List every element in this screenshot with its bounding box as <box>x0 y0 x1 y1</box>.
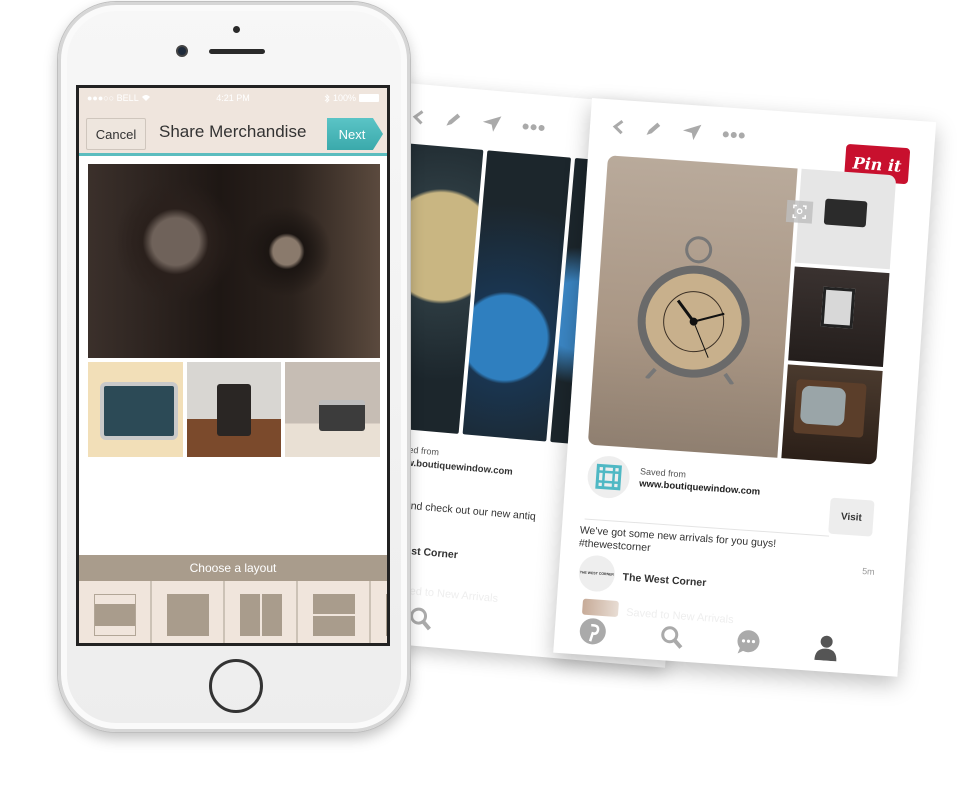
alarm-clock-image <box>637 236 750 386</box>
side-photo-column <box>781 168 897 465</box>
page-title: Share Merchandise <box>159 122 307 141</box>
layout-option-more[interactable] <box>371 581 387 643</box>
earpiece-speaker <box>209 49 265 54</box>
pin-toolbar <box>411 102 613 149</box>
layout-option-two-row[interactable] <box>298 581 369 643</box>
battery-status: 100% <box>324 93 379 103</box>
thumbnail-row <box>88 362 381 457</box>
send-icon[interactable] <box>481 114 502 134</box>
more-dots-icon[interactable] <box>521 122 546 132</box>
box-camera-image <box>820 286 856 329</box>
navigation-bar: Cancel Share Merchandise Next <box>79 108 387 156</box>
box-camera-photo[interactable] <box>788 266 890 367</box>
bluetooth-icon <box>324 93 330 103</box>
proximity-sensor <box>233 26 240 33</box>
saved-from-label: Saved from <box>639 466 687 480</box>
visual-search-icon[interactable] <box>785 199 814 224</box>
next-button[interactable]: Next <box>327 118 383 150</box>
search-icon[interactable] <box>407 605 433 631</box>
layout-two-column-icon <box>239 594 282 636</box>
pin-toolbar <box>611 117 746 144</box>
phone-screen: ●●●○○ BELL 4:21 PM 100% Cancel Share Mer… <box>76 85 390 646</box>
layout-two-row-icon <box>312 594 355 636</box>
layout-option-two-column[interactable] <box>225 581 296 643</box>
thumbnail-photo[interactable] <box>88 362 183 457</box>
typewriter-image <box>823 198 868 228</box>
edit-pencil-icon[interactable] <box>643 120 662 139</box>
send-icon[interactable] <box>681 122 702 141</box>
layout-single-icon <box>166 594 209 636</box>
status-bar: ●●●○○ BELL 4:21 PM 100% <box>79 88 387 108</box>
battery-percent: 100% <box>332 93 356 103</box>
layout-banner-icon <box>93 594 136 636</box>
pinterest-home-icon[interactable] <box>578 616 608 646</box>
thumbnail-photo[interactable] <box>186 362 282 457</box>
more-dots-icon[interactable] <box>722 130 746 140</box>
pin-card-front: Pin it Saved from www.boutiquewindow.com… <box>553 98 937 677</box>
layout-option-banner[interactable] <box>79 581 150 643</box>
back-icon[interactable] <box>411 109 424 126</box>
messages-icon[interactable] <box>735 628 763 656</box>
retro-tv-photo[interactable] <box>781 364 883 465</box>
thumbnail-photo[interactable] <box>285 362 381 457</box>
source-info: Saved from www.boutiquewindow.com <box>639 466 762 497</box>
layout-option-single[interactable] <box>152 581 223 643</box>
battery-icon <box>359 94 379 102</box>
store-name[interactable]: The West Corner <box>622 571 706 589</box>
alarm-clock-photo[interactable] <box>587 155 798 458</box>
store-avatar: THE WEST CORNER <box>577 554 617 593</box>
home-button[interactable] <box>209 659 263 713</box>
source-row: Saved from www.boutiquewindow.com Visit <box>585 454 878 537</box>
front-camera <box>176 45 188 57</box>
cancel-button[interactable]: Cancel <box>86 118 146 150</box>
layout-more-icon <box>385 594 387 636</box>
edit-pencil-icon[interactable] <box>443 110 463 130</box>
visit-button[interactable]: Visit <box>828 497 875 537</box>
profile-icon[interactable] <box>813 634 839 662</box>
layout-picker <box>79 581 387 643</box>
hero-photo-vintage-cameras[interactable] <box>88 164 380 358</box>
search-icon[interactable] <box>658 624 684 650</box>
back-icon[interactable] <box>612 118 625 135</box>
boutique-logo-icon <box>586 454 632 500</box>
typewriter-photo[interactable] <box>785 168 897 270</box>
timestamp: 5m <box>861 566 875 577</box>
retro-tv-image <box>793 378 867 438</box>
board-thumbnail <box>581 598 619 618</box>
source-url[interactable]: www.boutiquewindow.com <box>639 478 761 497</box>
photo-collage <box>88 164 381 457</box>
layout-picker-label: Choose a layout <box>79 555 387 581</box>
